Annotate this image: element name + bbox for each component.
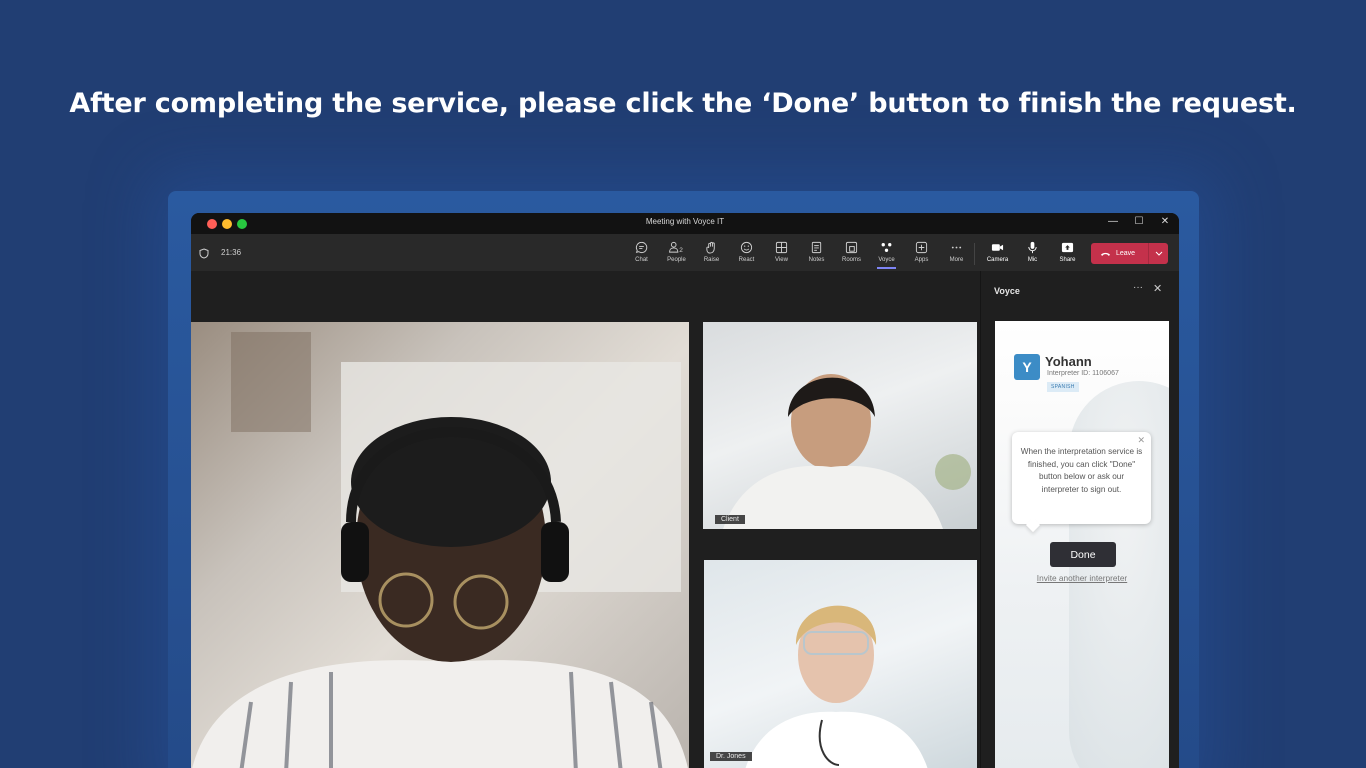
more-label: More (949, 257, 964, 263)
participant-name-dr-jones: Dr. Jones (710, 752, 752, 761)
react-icon (740, 241, 753, 254)
interpreter-name: Yohann (1045, 354, 1092, 369)
panel-title: Voyce (994, 286, 1020, 296)
rooms-button[interactable]: Rooms (834, 239, 869, 269)
client-video (723, 374, 971, 529)
view-button[interactable]: View (764, 239, 799, 269)
done-tooltip: ✕ When the interpretation service is fin… (1012, 432, 1151, 524)
more-button[interactable]: More (939, 239, 974, 269)
camera-icon (991, 244, 1004, 251)
mic-icon (1028, 241, 1037, 254)
apps-label: Apps (914, 257, 929, 263)
tooltip-close-icon[interactable]: ✕ (1137, 434, 1145, 447)
apps-icon (915, 241, 928, 254)
share-button[interactable]: Share (1050, 239, 1085, 269)
window-title: Meeting with Voyce IT (645, 217, 725, 226)
interpreter-id: Interpreter ID: 1106067 (1047, 370, 1119, 377)
people-button[interactable]: 2 People (659, 239, 694, 269)
invite-interpreter-link[interactable]: Invite another interpreter (995, 573, 1169, 583)
raise-label: Raise (703, 257, 720, 263)
notes-button[interactable]: Notes (799, 239, 834, 269)
close-icon[interactable]: ✕ (1159, 216, 1171, 227)
participant-name-client: Client (715, 515, 745, 524)
notes-label: Notes (808, 257, 825, 263)
view-label: View (775, 257, 788, 263)
shield-icon (199, 246, 209, 264)
react-button[interactable]: React (729, 239, 764, 269)
apps-button[interactable]: Apps (904, 239, 939, 269)
chat-button[interactable]: Chat (624, 239, 659, 269)
voyce-side-panel: Voyce ··· ✕ Y Yohann Interpreter ID: 110… (980, 271, 1179, 768)
meeting-timer: 21:36 (221, 248, 242, 257)
meeting-toolbar: 21:36 Chat 2 People Raise React View Not… (191, 234, 1179, 271)
voyce-label: Voyce (878, 257, 895, 263)
notes-icon (811, 241, 822, 254)
camera-label: Camera (986, 257, 1009, 263)
mic-button[interactable]: Mic (1015, 239, 1050, 269)
people-label: People (667, 257, 686, 263)
interpreter-avatar: Y (1014, 354, 1040, 380)
voyce-icon (881, 243, 892, 252)
chat-icon (635, 241, 648, 254)
hang-up-icon (1100, 252, 1111, 256)
voyce-app: Y Yohann Interpreter ID: 1106067 SPANISH… (995, 321, 1169, 768)
dr-jones-video (745, 605, 928, 768)
share-label: Share (1059, 257, 1076, 263)
people-icon: 2 (669, 241, 683, 254)
video-tile-interpreter[interactable] (191, 322, 689, 768)
video-stage: Client Dr. Jones (191, 271, 980, 768)
title-bar: Meeting with Voyce IT — ☐ ✕ (191, 213, 1179, 234)
chat-label: Chat (635, 257, 648, 263)
video-tile-dr-jones[interactable]: Dr. Jones (704, 560, 977, 768)
raise-hand-button[interactable]: Raise (694, 239, 729, 269)
language-badge: SPANISH (1047, 382, 1079, 392)
meeting-window: Meeting with Voyce IT — ☐ ✕ 21:36 Chat 2… (191, 213, 1179, 768)
more-options-icon[interactable]: ··· (1133, 282, 1143, 293)
video-tile-client[interactable]: Client (703, 322, 977, 529)
rooms-label: Rooms (841, 257, 861, 263)
leave-button[interactable]: Leave (1091, 243, 1168, 264)
toolbar-divider (974, 243, 975, 265)
mic-label: Mic (1027, 257, 1038, 263)
chevron-down-icon[interactable] (1149, 249, 1168, 258)
voyce-button[interactable]: Voyce (869, 239, 904, 269)
tooltip-text: When the interpretation service is finis… (1020, 447, 1143, 494)
more-icon (951, 246, 962, 249)
done-button[interactable]: Done (1050, 542, 1116, 567)
react-label: React (738, 257, 755, 263)
minimize-icon[interactable]: — (1107, 216, 1119, 227)
close-panel-icon[interactable]: ✕ (1153, 282, 1162, 295)
raise-hand-icon (706, 241, 715, 254)
leave-label: Leave (1116, 250, 1136, 257)
svg-text:2: 2 (679, 247, 683, 254)
maximize-icon[interactable]: ☐ (1133, 216, 1145, 227)
rooms-icon (845, 241, 858, 254)
view-icon (775, 241, 788, 254)
headline: After completing the service, please cli… (69, 88, 1297, 119)
interpreter-video (192, 332, 688, 768)
camera-button[interactable]: Camera (980, 239, 1015, 269)
share-icon (1061, 242, 1074, 253)
